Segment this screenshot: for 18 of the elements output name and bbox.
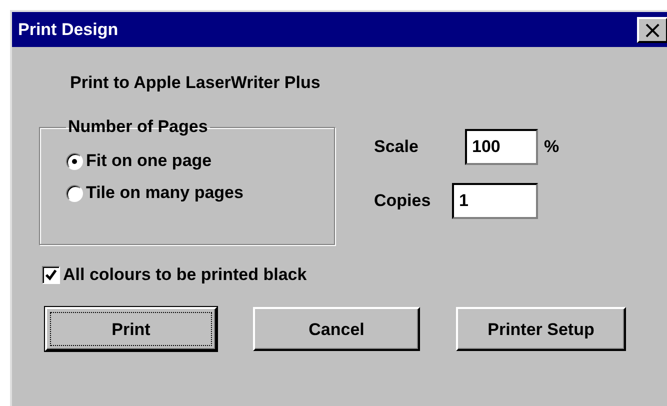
radio-label: Tile on many pages bbox=[86, 183, 244, 203]
radio-button[interactable] bbox=[66, 152, 83, 170]
dialog-button[interactable]: Printer Setup bbox=[456, 307, 626, 351]
dialog-button[interactable]: Print bbox=[45, 307, 217, 351]
scale-label: Scale bbox=[374, 137, 420, 157]
group-title: Number of Pages bbox=[67, 117, 209, 137]
percent-label: % bbox=[544, 137, 560, 157]
checkbox[interactable] bbox=[42, 266, 60, 284]
radio-button[interactable] bbox=[66, 184, 83, 202]
copies-label: Copies bbox=[374, 191, 432, 211]
checkbox-label: All colours to be printed black bbox=[63, 265, 307, 285]
close-button[interactable]: × bbox=[637, 16, 667, 42]
printer-label: Print to Apple LaserWriter Plus bbox=[70, 73, 322, 93]
copies-field[interactable]: 1 bbox=[452, 183, 538, 219]
scale-field[interactable]: 100 bbox=[465, 129, 538, 165]
dialog-button[interactable]: Cancel bbox=[253, 307, 420, 351]
radio-label: Fit on one page bbox=[86, 151, 212, 171]
window-title: Print Design bbox=[18, 20, 118, 40]
